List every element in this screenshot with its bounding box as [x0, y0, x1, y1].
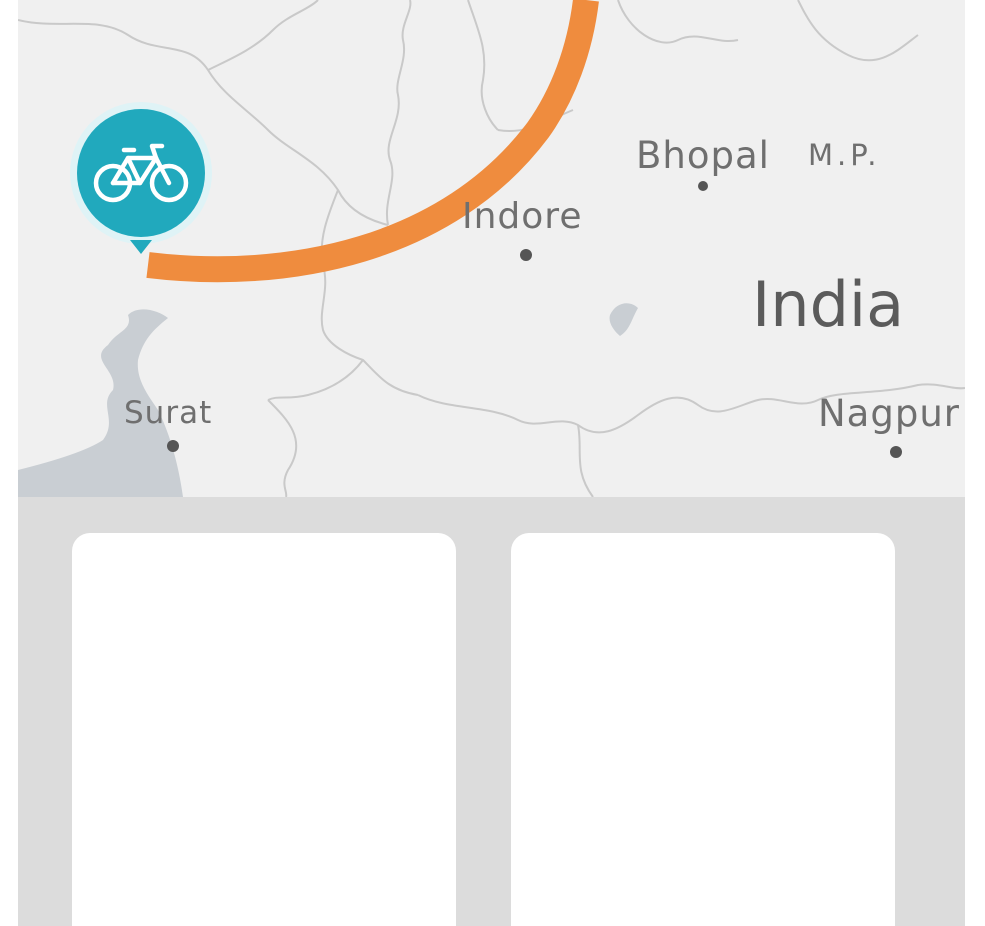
indore-dot	[520, 249, 532, 261]
label-mp: M.P.	[808, 138, 881, 172]
lake-shape	[609, 303, 638, 336]
cards-panel	[18, 497, 965, 926]
nagpur-dot	[890, 446, 902, 458]
bhopal-dot	[698, 181, 708, 191]
label-nagpur: Nagpur	[818, 392, 960, 435]
route-map[interactable]: Bhopal M.P. Indore India Surat Nagpur	[18, 0, 965, 497]
label-country: India	[752, 268, 905, 341]
bicycle-icon	[70, 102, 212, 254]
bicycle-pin[interactable]	[68, 102, 214, 262]
card-right[interactable]	[511, 533, 895, 926]
label-indore: Indore	[462, 196, 583, 237]
surat-dot	[167, 440, 179, 452]
label-surat: Surat	[124, 395, 213, 431]
card-left[interactable]	[72, 533, 456, 926]
label-bhopal: Bhopal	[636, 134, 770, 177]
app-screen: Bhopal M.P. Indore India Surat Nagpur	[0, 0, 985, 926]
